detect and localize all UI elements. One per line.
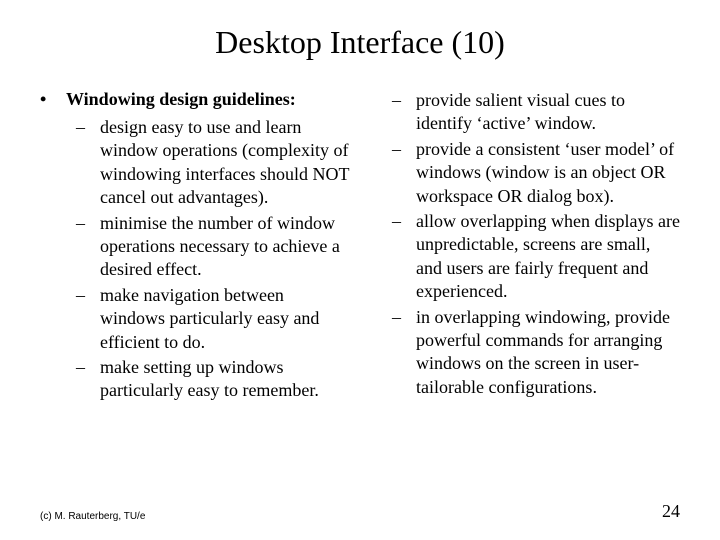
dash-icon: – [392,138,416,208]
list-item: – in overlapping windowing, provide powe… [392,306,680,400]
list-item: – minimise the number of window operatio… [76,212,350,282]
list-item: – provide a consistent ‘user model’ of w… [392,138,680,208]
item-text: make navigation between windows particul… [100,284,350,354]
right-column: – provide salient visual cues to identif… [370,89,680,405]
dash-icon: – [392,89,416,136]
list-item: – provide salient visual cues to identif… [392,89,680,136]
dash-icon: – [76,116,100,210]
dash-icon: – [76,212,100,282]
list-item: – make setting up windows particularly e… [76,356,350,403]
footer: (c) M. Rauterberg, TU/e 24 [40,501,680,522]
slide-title: Desktop Interface (10) [40,24,680,61]
copyright-text: (c) M. Rauterberg, TU/e [40,511,145,522]
item-text: allow overlapping when displays are unpr… [416,210,680,304]
list-item: – make navigation between windows partic… [76,284,350,354]
bullet-icon: • [40,89,66,110]
dash-icon: – [392,306,416,400]
item-text: design easy to use and learn window oper… [100,116,350,210]
dash-icon: – [392,210,416,304]
dash-icon: – [76,356,100,403]
content-area: • Windowing design guidelines: – design … [40,89,680,405]
main-heading: • Windowing design guidelines: [40,89,350,110]
page-number: 24 [662,501,680,522]
right-sub-list: – provide salient visual cues to identif… [370,89,680,399]
item-text: provide salient visual cues to identify … [416,89,680,136]
heading-text: Windowing design guidelines: [66,89,296,110]
item-text: make setting up windows particularly eas… [100,356,350,403]
left-column: • Windowing design guidelines: – design … [40,89,350,405]
item-text: minimise the number of window operations… [100,212,350,282]
item-text: provide a consistent ‘user model’ of win… [416,138,680,208]
dash-icon: – [76,284,100,354]
list-item: – allow overlapping when displays are un… [392,210,680,304]
list-item: – design easy to use and learn window op… [76,116,350,210]
item-text: in overlapping windowing, provide powerf… [416,306,680,400]
left-sub-list: – design easy to use and learn window op… [40,116,350,403]
